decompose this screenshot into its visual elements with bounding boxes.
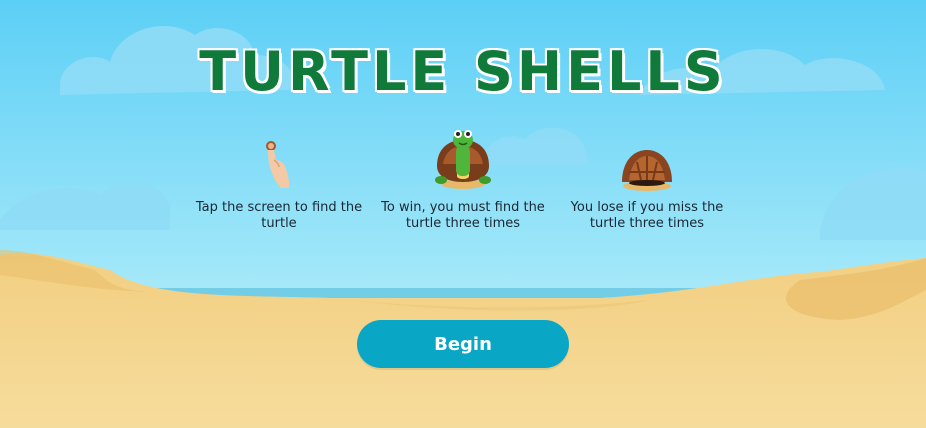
empty-shell-icon <box>557 128 737 192</box>
instruction-text: Tap the screen to find the turtle <box>195 200 363 231</box>
game-title: TURTLE SHELLS <box>199 40 727 103</box>
begin-button[interactable]: Begin <box>357 320 569 368</box>
tap-finger-icon <box>189 128 369 192</box>
instruction-tap: Tap the screen to find the turtle <box>189 128 369 232</box>
game-scene[interactable]: TURTLE SHELLS Tap the screen to find the… <box>0 0 926 428</box>
instruction-text: You lose if you miss the turtle three ti… <box>570 200 724 231</box>
instruction-win: To win, you must find the turtle three t… <box>373 128 553 232</box>
instruction-lose: You lose if you miss the turtle three ti… <box>557 128 737 232</box>
turtle-icon <box>373 128 553 192</box>
instruction-text: To win, you must find the turtle three t… <box>381 200 545 231</box>
